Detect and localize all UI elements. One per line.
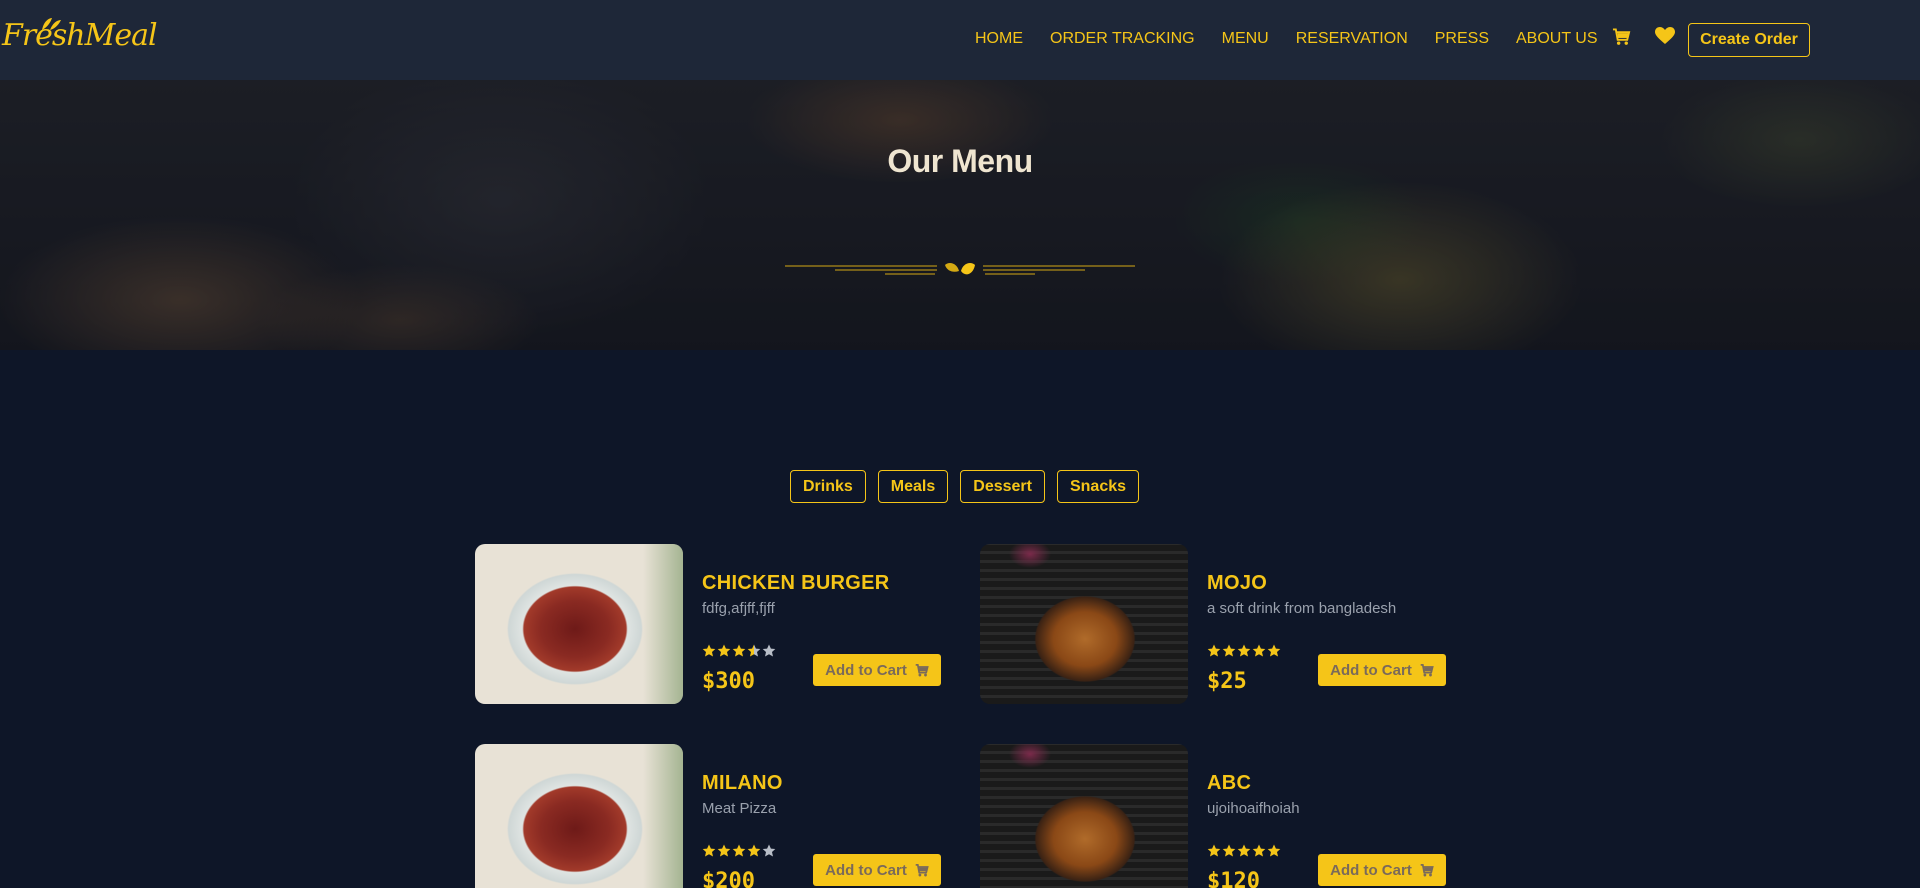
- menu-card: CHICKEN BURGER fdfg,afjff,fjff $300 Add …: [475, 544, 955, 704]
- food-image: [475, 744, 683, 888]
- star-icon: [747, 844, 761, 857]
- heart-icon[interactable]: [1655, 27, 1675, 45]
- menu-item-desc: ujoihoaifhoiah: [1207, 800, 1300, 817]
- add-to-cart-label: Add to Cart: [825, 661, 907, 679]
- star-icon: [1237, 844, 1251, 857]
- food-image: [980, 744, 1188, 888]
- nav-home[interactable]: HOME: [975, 30, 1023, 48]
- filter-dessert[interactable]: Dessert: [960, 470, 1045, 503]
- menu-item-price: $120: [1207, 869, 1260, 888]
- cart-icon: [1420, 863, 1434, 876]
- menu-item-title: MILANO: [702, 772, 783, 794]
- add-to-cart-button[interactable]: Add to Cart: [1318, 654, 1446, 686]
- filter-meals[interactable]: Meals: [877, 470, 949, 503]
- star-icon: [732, 844, 746, 857]
- rating-stars: [702, 644, 776, 657]
- cart-icon[interactable]: [1612, 28, 1631, 46]
- logo-text: FreshMeal: [2, 18, 158, 53]
- filter-snacks[interactable]: Snacks: [1056, 470, 1140, 503]
- rating-stars: [702, 844, 776, 857]
- hero-banner: Our Menu: [0, 80, 1920, 350]
- food-image: [980, 544, 1188, 704]
- food-image: [475, 544, 683, 704]
- menu-item-price: $200: [702, 869, 755, 888]
- menu-card: MILANO Meat Pizza $200 Add to Cart: [475, 744, 955, 888]
- menu-card: MOJO a soft drink from bangladesh $25 Ad…: [980, 544, 1460, 704]
- menu-item-title: MOJO: [1207, 572, 1268, 594]
- star-icon: [717, 644, 731, 657]
- star-icon: [1252, 644, 1266, 657]
- star-icon: [1207, 644, 1221, 657]
- rating-stars: [1207, 644, 1281, 657]
- site-header: FreshMeal HOME ORDER TRACKING MENU RESER…: [0, 0, 1920, 80]
- star-icon: [702, 844, 716, 857]
- nav-press[interactable]: PRESS: [1435, 30, 1489, 48]
- star-icon: [747, 644, 761, 657]
- star-icon: [1252, 844, 1266, 857]
- menu-item-desc: a soft drink from bangladesh: [1207, 600, 1397, 617]
- menu-item-desc: Meat Pizza: [702, 800, 777, 817]
- add-to-cart-button[interactable]: Add to Cart: [813, 854, 941, 886]
- menu-card: ABC ujoihoaifhoiah $120 Add to Cart: [980, 744, 1460, 888]
- cart-icon: [915, 663, 929, 676]
- star-icon: [762, 644, 776, 657]
- rating-stars: [1207, 844, 1281, 857]
- menu-item-price: $300: [702, 669, 755, 694]
- leaf-icon: [42, 18, 61, 30]
- menu-item-price: $25: [1207, 669, 1247, 694]
- star-icon: [1222, 644, 1236, 657]
- star-icon: [702, 644, 716, 657]
- nav-reservation[interactable]: RESERVATION: [1296, 30, 1408, 48]
- create-order-button[interactable]: Create Order: [1688, 23, 1810, 57]
- cart-icon: [1420, 663, 1434, 676]
- logo[interactable]: FreshMeal: [2, 18, 158, 53]
- page-title: Our Menu: [887, 143, 1033, 179]
- main-nav: HOME ORDER TRACKING MENU RESERVATION PRE…: [975, 30, 1625, 48]
- nav-order-tracking[interactable]: ORDER TRACKING: [1050, 30, 1195, 48]
- category-filters: Drinks Meals Dessert Snacks: [790, 470, 1140, 503]
- star-icon: [717, 844, 731, 857]
- star-icon: [1237, 644, 1251, 657]
- star-icon: [1207, 844, 1221, 857]
- star-icon: [762, 844, 776, 857]
- nav-about-us[interactable]: ABOUT US: [1516, 30, 1598, 48]
- nav-menu[interactable]: MENU: [1222, 30, 1269, 48]
- menu-item-title: ABC: [1207, 772, 1252, 794]
- star-icon: [732, 644, 746, 657]
- title-divider-icon: [785, 263, 1135, 275]
- star-icon: [1267, 844, 1281, 857]
- star-icon: [1267, 644, 1281, 657]
- cart-icon: [915, 863, 929, 876]
- filter-drinks[interactable]: Drinks: [790, 470, 866, 503]
- add-to-cart-button[interactable]: Add to Cart: [813, 654, 941, 686]
- menu-item-title: CHICKEN BURGER: [702, 572, 890, 594]
- add-to-cart-label: Add to Cart: [1330, 661, 1412, 679]
- menu-item-desc: fdfg,afjff,fjff: [702, 600, 775, 617]
- star-icon: [1222, 844, 1236, 857]
- add-to-cart-label: Add to Cart: [1330, 861, 1412, 879]
- add-to-cart-label: Add to Cart: [825, 861, 907, 879]
- add-to-cart-button[interactable]: Add to Cart: [1318, 854, 1446, 886]
